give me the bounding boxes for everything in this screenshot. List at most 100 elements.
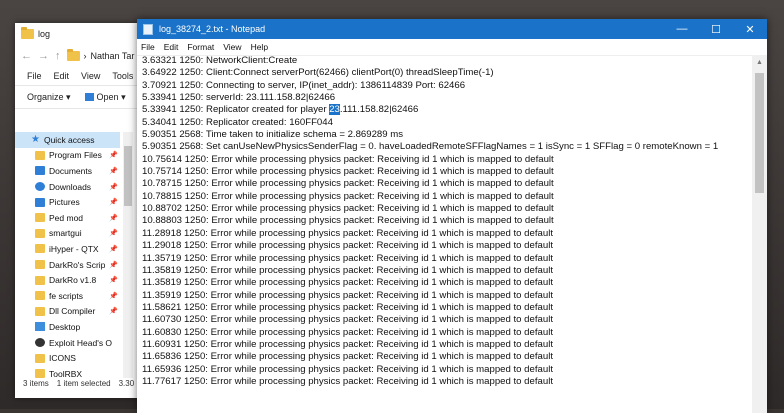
notepad-menu-file[interactable]: File xyxy=(141,42,155,52)
quick-access-label: Quick access xyxy=(43,134,95,145)
nav-item-label: ICONS xyxy=(49,353,76,364)
minimize-button[interactable]: — xyxy=(665,19,699,39)
scrollbar-thumb[interactable] xyxy=(124,146,132,206)
pin-icon: 📌 xyxy=(109,292,118,300)
notepad-icon xyxy=(143,23,153,35)
maximize-button[interactable]: ☐ xyxy=(699,19,733,39)
star-icon: ★ xyxy=(31,134,40,146)
address-bar[interactable]: › Nathan Tar xyxy=(66,49,135,61)
nav-item[interactable]: DarkRo's Scrip 📌 xyxy=(15,257,120,273)
notepad-window[interactable]: log_38274_2.txt - Notepad — ☐ ✕ File Edit… xyxy=(137,19,767,413)
nav-item[interactable]: Downloads 📌 xyxy=(15,179,120,195)
notepad-scrollbar[interactable]: ▲ xyxy=(752,55,767,413)
nav-item[interactable]: Ped mod 📌 xyxy=(15,210,120,226)
log-line: 11.58621 1250: Error while processing ph… xyxy=(142,301,553,313)
explorer-menu-tools[interactable]: Tools xyxy=(112,71,133,81)
nav-item-label: Program Files xyxy=(49,150,102,161)
nav-item[interactable]: fe scripts 📌 xyxy=(15,288,120,304)
notepad-menu-view[interactable]: View xyxy=(223,42,241,52)
folder-icon xyxy=(35,166,45,176)
notepad-menu-format[interactable]: Format xyxy=(187,42,214,52)
log-line: 11.65836 1250: Error while processing ph… xyxy=(142,351,553,363)
log-line: 11.65936 1250: Error while processing ph… xyxy=(142,363,553,375)
pin-icon: 📌 xyxy=(109,245,118,253)
pin-icon: 📌 xyxy=(109,308,118,316)
nav-item[interactable]: Program Files 📌 xyxy=(15,148,120,164)
nav-quick-access[interactable]: ★ Quick access xyxy=(15,132,120,148)
nav-item[interactable]: Documents 📌 xyxy=(15,163,120,179)
status-selected: 1 item selected xyxy=(56,378,111,388)
nav-item-label: smartgui xyxy=(49,228,82,239)
nav-item-label: Dll Compiler xyxy=(49,306,96,317)
address-text: Nathan Tar xyxy=(90,51,135,61)
nav-item-label: Exploit Head's O xyxy=(49,337,113,348)
log-line: 10.88702 1250: Error while processing ph… xyxy=(142,203,554,215)
notepad-menu-edit[interactable]: Edit xyxy=(164,42,179,52)
open-button[interactable]: Open ▾ xyxy=(84,92,126,103)
text-selection: 23 xyxy=(329,104,340,116)
nav-item[interactable]: DarkRo v1.8 📌 xyxy=(15,272,120,288)
navigation-pane: ★ Quick access Program Files 📌 Documents 📌 D… xyxy=(15,132,120,382)
folder-icon xyxy=(35,213,45,223)
log-line: 5.90351 2568: Set canUseNewPhysicsSender… xyxy=(142,141,719,153)
log-line: 5.33941 1250: serverId: 23.111.158.82|62… xyxy=(142,92,336,104)
explorer-scrollbar[interactable] xyxy=(123,132,133,378)
log-line: 11.35719 1250: Error while processing ph… xyxy=(142,252,553,264)
nav-item-label: DarkRo v1.8 xyxy=(49,275,97,286)
explorer-body: ★ Quick access Program Files 📌 Documents 📌 D… xyxy=(15,132,145,379)
notepad-menu-help[interactable]: Help xyxy=(251,42,268,52)
nav-item[interactable]: Desktop xyxy=(15,319,120,335)
forward-arrow-icon[interactable]: → xyxy=(38,50,49,62)
folder-icon xyxy=(35,228,45,238)
explorer-title-bar[interactable]: log xyxy=(15,23,145,45)
scroll-up-arrow-icon[interactable]: ▲ xyxy=(752,55,767,69)
nav-item[interactable]: Dll Compiler 📌 xyxy=(15,304,120,320)
explorer-toolbar: Organize ▾ Open ▾ xyxy=(15,85,145,109)
pin-icon: 📌 xyxy=(109,183,118,191)
nav-item[interactable]: ICONS xyxy=(15,350,120,366)
pin-icon: 📌 xyxy=(109,199,118,207)
log-line: 5.34041 1250: Replicator created: 160FF0… xyxy=(142,116,333,128)
notepad-text-area[interactable]: 3.63321 1250: NetworkClient:Create 3.6492… xyxy=(137,55,752,413)
scrollbar-thumb[interactable] xyxy=(755,73,764,193)
window-controls: — ☐ ✕ xyxy=(665,19,767,39)
log-line: 5.90351 2568: Time taken to initialize s… xyxy=(142,129,404,141)
open-icon xyxy=(84,93,94,102)
nav-item[interactable]: smartgui 📌 xyxy=(15,226,120,242)
log-line: 11.77617 1250: Error while processing ph… xyxy=(142,375,553,387)
folder-icon xyxy=(21,27,34,39)
log-line: 11.35919 1250: Error while processing ph… xyxy=(142,289,553,301)
close-button[interactable]: ✕ xyxy=(733,19,767,39)
log-line: 11.28918 1250: Error while processing ph… xyxy=(142,227,553,239)
nav-item-label: Documents xyxy=(49,165,92,176)
log-line: 5.33941 1250: Replicator created for pla… xyxy=(142,104,419,116)
pin-icon: 📌 xyxy=(109,261,118,269)
log-line: 10.78815 1250: Error while processing ph… xyxy=(142,190,554,202)
pin-icon: 📌 xyxy=(109,214,118,222)
nav-item-label: DarkRo's Scrip xyxy=(49,259,106,270)
status-size: 3.30 xyxy=(118,378,135,388)
folder-icon xyxy=(35,353,45,363)
log-line: 3.64922 1250: Client:Connect serverPort(… xyxy=(142,67,494,79)
notepad-title-bar[interactable]: log_38274_2.txt - Notepad — ☐ ✕ xyxy=(137,19,767,39)
address-separator: › xyxy=(83,51,87,61)
nav-item[interactable]: Exploit Head's O xyxy=(15,335,120,351)
back-arrow-icon[interactable]: ← xyxy=(21,50,32,62)
nav-item-label: iHyper - QTX xyxy=(49,243,99,254)
log-line: 10.75714 1250: Error while processing ph… xyxy=(142,166,554,178)
file-explorer-window[interactable]: log ← → ↑ › Nathan Tar File Edit View Tools… xyxy=(15,23,145,398)
status-item-count: 3 items xyxy=(23,378,49,388)
folder-icon xyxy=(35,275,45,285)
explorer-menu-edit[interactable]: Edit xyxy=(54,71,70,81)
organize-button[interactable]: Organize ▾ xyxy=(27,92,71,103)
explorer-menu-file[interactable]: File xyxy=(27,71,42,81)
explorer-status-bar: 3 items 1 item selected 3.30 xyxy=(15,376,145,390)
log-line: 10.75614 1250: Error while processing ph… xyxy=(142,153,554,165)
explorer-menu-view[interactable]: View xyxy=(81,71,100,81)
nav-item-label: Pictures xyxy=(49,197,80,208)
nav-item[interactable]: iHyper - QTX 📌 xyxy=(15,241,120,257)
folder-icon xyxy=(35,306,45,316)
up-arrow-icon[interactable]: ↑ xyxy=(55,50,61,62)
nav-item[interactable]: Pictures 📌 xyxy=(15,194,120,210)
pin-icon: 📌 xyxy=(109,277,118,285)
